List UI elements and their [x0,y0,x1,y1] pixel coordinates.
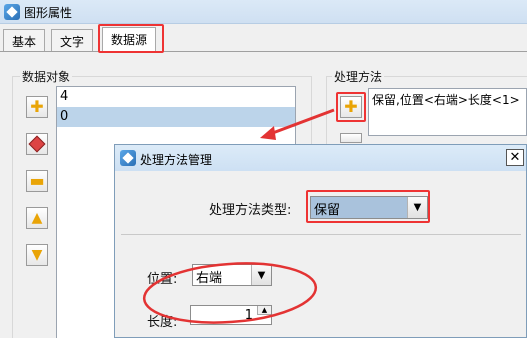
annotation-overlay [142,108,335,324]
annotation-arrow-head [260,126,276,140]
annotation-ellipse [142,262,318,324]
annotation-arrow-line [269,108,335,136]
